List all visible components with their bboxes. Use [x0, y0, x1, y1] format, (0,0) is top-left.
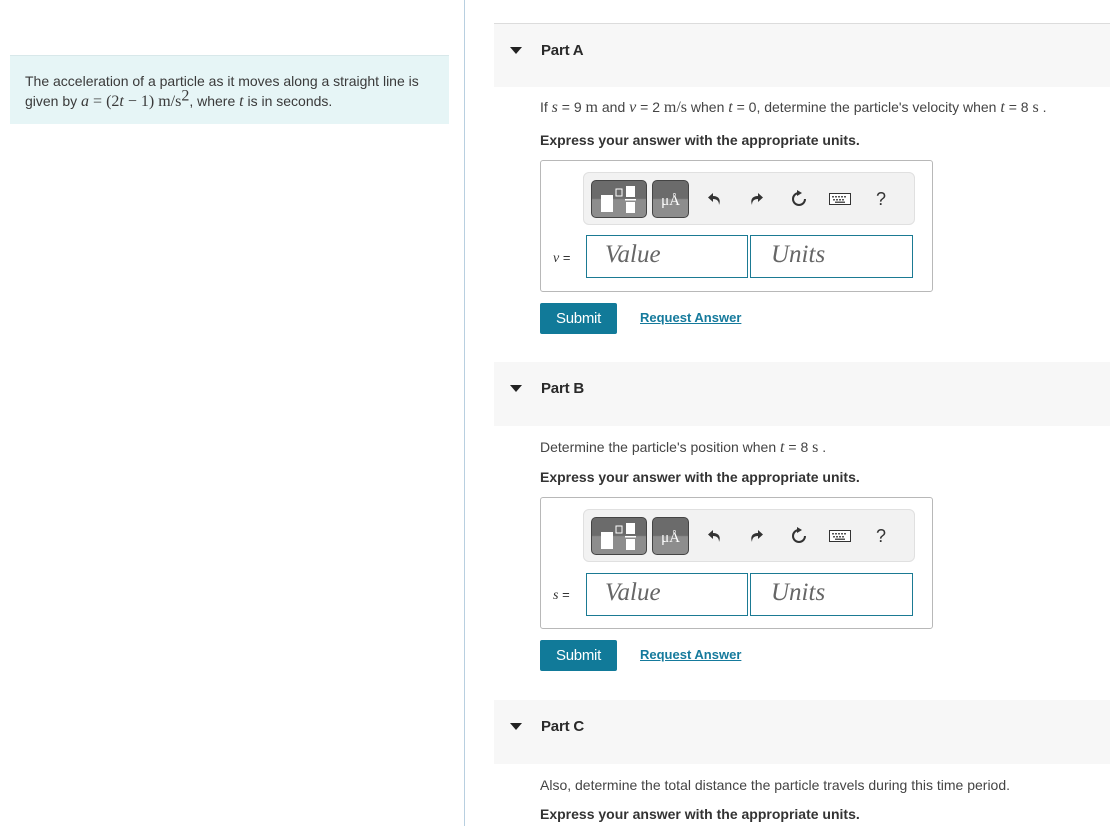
problem-panel: The acceleration of a particle as it mov… [0, 0, 464, 826]
keyboard-icon [829, 530, 851, 542]
math-toolbar: μÅ ? [583, 509, 915, 562]
problem-text-after: is in seconds. [243, 93, 333, 109]
undo-button[interactable] [703, 524, 727, 548]
undo-button[interactable] [703, 187, 727, 211]
reset-icon [792, 190, 806, 206]
q-text: = 9 [557, 99, 586, 115]
help-button[interactable]: ? [869, 524, 893, 548]
undo-icon [708, 530, 720, 542]
q-text: = 0, determine the particle's velocity w… [732, 99, 1001, 115]
part-a-title: Part A [541, 42, 584, 59]
formula-rest: − 1) m/s [123, 93, 182, 110]
problem-text-mid: , where [189, 93, 240, 109]
request-answer-link[interactable]: Request Answer [640, 310, 741, 325]
units-icon: μÅ [661, 530, 680, 546]
q-text: = 2 [636, 99, 664, 115]
q-text: and [598, 99, 630, 115]
part-b-answer-box: μÅ ? s = Value Units [540, 497, 933, 629]
units-placeholder: Units [771, 241, 826, 268]
redo-icon [751, 193, 763, 205]
problem-statement: The acceleration of a particle as it mov… [10, 55, 449, 124]
part-c-header[interactable]: Part C [494, 700, 1110, 764]
value-placeholder: Value [605, 579, 661, 606]
reset-button[interactable] [787, 524, 811, 548]
caret-down-icon [510, 723, 522, 730]
part-a-instruction: Express your answer with the appropriate… [540, 132, 860, 148]
q-text: = 8 [784, 439, 813, 455]
reset-icon [792, 527, 806, 543]
equals-sign: = [559, 250, 571, 265]
templates-button[interactable] [591, 180, 647, 218]
value-input[interactable]: Value [586, 235, 748, 278]
submit-button[interactable]: Submit [540, 303, 617, 334]
redo-button[interactable] [744, 524, 768, 548]
variable-label: s = [553, 587, 570, 604]
q-text: . [818, 439, 827, 455]
formula-var: a [81, 93, 90, 110]
part-a-question: If s = 9 m and v = 2 m/s when t = 0, det… [540, 99, 1046, 117]
help-icon: ? [875, 525, 886, 546]
submit-button[interactable]: Submit [540, 640, 617, 671]
templates-icon [601, 186, 636, 213]
keyboard-button[interactable] [828, 524, 852, 548]
units-button[interactable]: μÅ [652, 180, 689, 218]
units-icon: μÅ [661, 193, 680, 209]
part-b-title: Part B [541, 380, 584, 397]
formula-eq: = (2 [89, 93, 120, 110]
redo-button[interactable] [744, 187, 768, 211]
q-text: when [687, 99, 729, 115]
help-button[interactable]: ? [869, 187, 893, 211]
caret-down-icon [510, 385, 522, 392]
q-text: = 8 [1004, 99, 1033, 115]
value-placeholder: Value [605, 241, 661, 268]
reset-button[interactable] [787, 187, 811, 211]
part-c-instruction: Express your answer with the appropriate… [540, 806, 860, 822]
q-text: Determine the particle's position when [540, 439, 781, 455]
equals-sign: = [558, 587, 570, 602]
variable-label: v = [553, 250, 570, 267]
units-input[interactable]: Units [750, 573, 913, 616]
part-b-instruction: Express your answer with the appropriate… [540, 469, 860, 485]
units-placeholder: Units [771, 579, 826, 606]
caret-down-icon [510, 47, 522, 54]
units-input[interactable]: Units [750, 235, 913, 278]
math-toolbar: μÅ ? [583, 172, 915, 225]
q-unit: m/s [663, 99, 688, 116]
keyboard-icon [829, 193, 851, 205]
value-input[interactable]: Value [586, 573, 748, 616]
units-button[interactable]: μÅ [652, 517, 689, 555]
help-icon: ? [875, 188, 886, 209]
templates-icon [601, 523, 636, 550]
part-b-question: Determine the particle's position when t… [540, 439, 826, 457]
keyboard-button[interactable] [828, 187, 852, 211]
undo-icon [708, 193, 720, 205]
q-text: If [540, 99, 552, 115]
request-answer-link[interactable]: Request Answer [640, 647, 741, 662]
part-a-answer-box: μÅ ? v = Value Units [540, 160, 933, 292]
part-a-header[interactable]: Part A [494, 23, 1110, 87]
q-unit: m [585, 99, 598, 116]
part-c-question: Also, determine the total distance the p… [540, 777, 1011, 793]
panel-divider[interactable] [464, 0, 465, 826]
part-b-header[interactable]: Part B [494, 362, 1110, 426]
q-text: . [1038, 99, 1047, 115]
templates-button[interactable] [591, 517, 647, 555]
redo-icon [751, 530, 763, 542]
part-c-title: Part C [541, 718, 584, 735]
